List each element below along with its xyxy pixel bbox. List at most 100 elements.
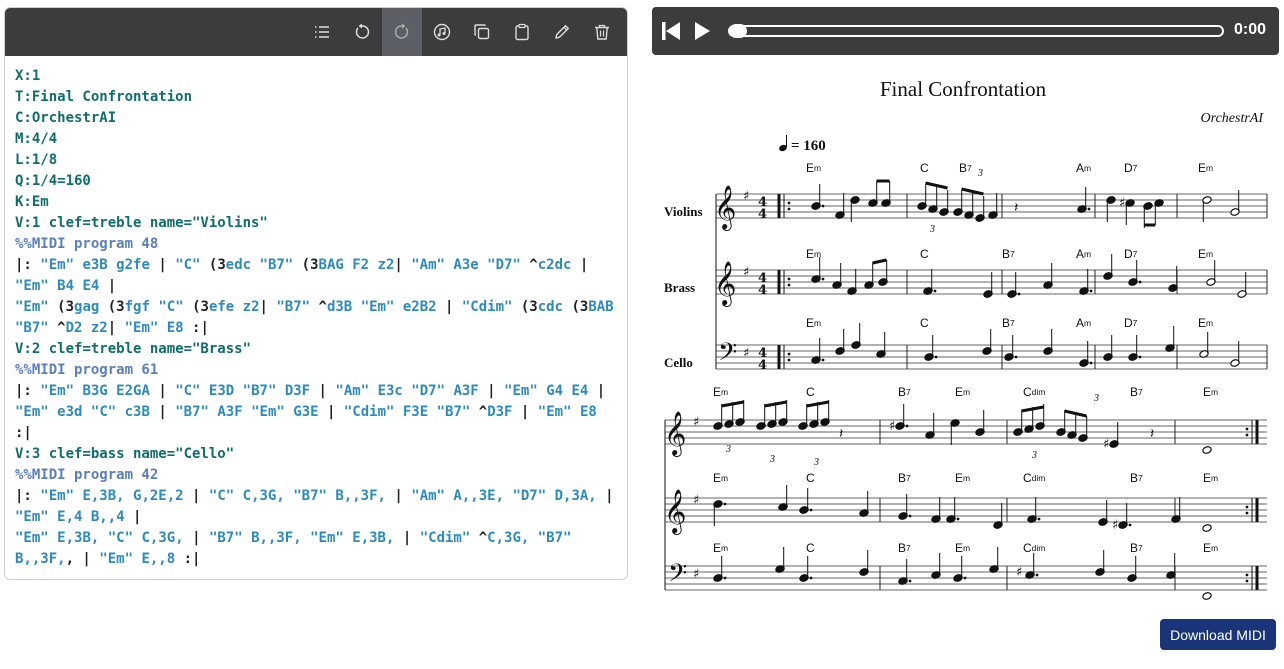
code-token: |: [149, 257, 176, 273]
beam: [764, 400, 787, 408]
chord-suffix: m: [721, 387, 728, 397]
code-token: "Em": [310, 530, 344, 546]
code-token: B,,3F,: [251, 530, 302, 546]
tempo-text: = 160: [791, 138, 826, 154]
abc-code-textarea[interactable]: X:1 T:Final Confrontation C:OrchestrAI M:4/…: [15, 66, 625, 570]
chord-suffix: m: [1084, 163, 1091, 173]
code-line: X:1: [15, 66, 625, 87]
code-token: |: [478, 383, 505, 399]
key-sharp: ♯: [743, 265, 749, 280]
undo-button[interactable]: [342, 8, 382, 56]
chord-symbol: Em: [955, 471, 970, 485]
chord-symbol: Em: [806, 247, 821, 261]
note-dot: [956, 517, 960, 521]
code-token: C,3G,: [487, 530, 530, 546]
code-token: L:1/8: [15, 152, 58, 168]
chord-suffix: 7: [967, 163, 972, 173]
chord-symbol: D7: [1124, 161, 1138, 175]
treble-clef: 𝄞: [664, 411, 686, 457]
note-dot: [787, 207, 791, 211]
code-token: |: [588, 383, 606, 399]
score-title: Final Confrontation: [880, 77, 1047, 101]
code-token: |: [183, 530, 209, 546]
code-line: Q:1/4=160: [15, 171, 625, 192]
code-token: "Em": [15, 509, 49, 525]
code-token: |: [259, 299, 277, 315]
code-token: "Am": [411, 488, 445, 504]
triplet-mark: 3: [977, 168, 983, 179]
copy-button[interactable]: [462, 8, 502, 56]
code-token: |: [149, 383, 176, 399]
time-sig-bottom: 4: [758, 283, 767, 298]
chord-symbol: Am: [1076, 316, 1091, 330]
code-token: Q:1/4=160: [15, 173, 91, 189]
code-token: |: [318, 404, 344, 420]
note-dot: [787, 277, 791, 281]
time-sig-bottom: 4: [758, 207, 767, 222]
note-dot: [1138, 280, 1142, 284]
code-token: (3: [200, 257, 226, 273]
progress-handle[interactable]: [729, 24, 747, 38]
code-line: %%MIDI program 61: [15, 360, 625, 381]
code-token: |: [183, 488, 209, 504]
note-dot: [787, 201, 791, 205]
publish-button[interactable]: [422, 8, 462, 56]
trash-icon: [595, 24, 609, 40]
abc-editor-panel: X:1 T:Final Confrontation C:OrchestrAI M:4/…: [4, 7, 628, 580]
note-dot: [821, 358, 825, 362]
code-token: |: [571, 257, 589, 273]
note-dot: [908, 579, 912, 583]
code-line: V:2 clef=treble name="Brass": [15, 339, 625, 360]
chord-symbol: B7: [959, 161, 972, 175]
key-sharp: ♯: [693, 567, 699, 582]
chord-suffix: 7: [1133, 249, 1138, 259]
treble-clef: 𝄞: [714, 185, 736, 231]
paste-button[interactable]: [502, 8, 542, 56]
note-dot: [1035, 573, 1039, 577]
sheet-music: Final Confrontation OrchestrAI = 160 Vio…: [652, 62, 1282, 610]
note-dot: [809, 576, 813, 580]
code-token: "D7": [512, 488, 547, 504]
code-token: "C": [175, 383, 201, 399]
code-token: "Em": [504, 383, 538, 399]
code-token: |: [385, 488, 412, 504]
code-token: T:Final Confrontation: [15, 89, 193, 105]
code-token: B4 E4: [57, 278, 100, 294]
play-button[interactable]: [688, 17, 716, 45]
redo-button[interactable]: [382, 8, 422, 56]
code-line: "B7" ^D2 z2| "Em" E8 :|: [15, 318, 625, 339]
format-button[interactable]: [302, 8, 342, 56]
code-token: "Cdim": [419, 530, 471, 546]
code-line: :|: [15, 423, 625, 444]
key-sharp: ♯: [693, 493, 699, 508]
note-dot: [787, 358, 791, 362]
delete-button[interactable]: [582, 8, 622, 56]
key-sharp: ♯: [1112, 518, 1118, 533]
code-token: "Em": [251, 404, 285, 420]
download-midi-button[interactable]: Download MIDI: [1160, 619, 1276, 650]
skip-back-button[interactable]: [657, 17, 685, 45]
code-token: G4 E4: [546, 383, 589, 399]
code-token: ^: [48, 320, 66, 336]
note-dot: [1087, 207, 1091, 211]
bass-clef: 𝄢: [668, 559, 687, 594]
code-token: "B7": [276, 299, 311, 315]
edit-button[interactable]: [542, 8, 582, 56]
redo-icon: [394, 23, 409, 39]
chord-symbol: B7: [898, 471, 911, 485]
note-dot: [1245, 433, 1249, 437]
code-token: |: [99, 278, 117, 294]
triplet-mark: 3: [813, 457, 819, 468]
progress-slider[interactable]: [728, 24, 1224, 38]
